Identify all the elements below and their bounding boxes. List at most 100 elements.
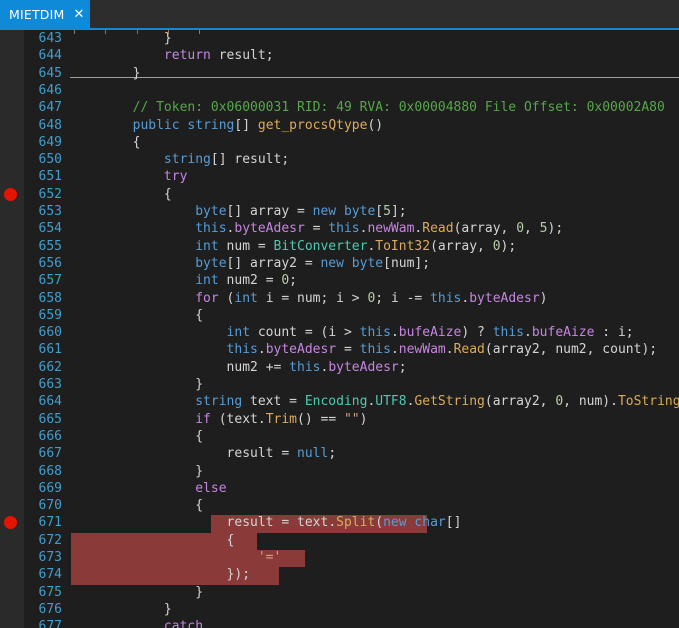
code-line: 663 } [0, 376, 679, 393]
line-number: 658 [0, 290, 62, 307]
code-line: 669 else [0, 480, 679, 497]
line-text: this.byteAdesr = this.newWam.Read(array2… [70, 341, 657, 358]
line-number: 664 [0, 393, 62, 410]
line-text: try [70, 168, 187, 185]
code-line: 644 return result; [0, 47, 679, 64]
code-line: 650 string[] result; [0, 151, 679, 168]
code-line: 671 result = text.Split(new char[] [0, 514, 679, 531]
line-number: 656 [0, 255, 62, 272]
code-line: 648 public string[] get_procsQtype() [0, 117, 679, 134]
line-text: { [70, 428, 203, 445]
line-number: 651 [0, 168, 62, 185]
line-text: } [70, 65, 140, 82]
line-number: 676 [0, 601, 62, 618]
line-text: { [70, 532, 234, 549]
line-number: 677 [0, 618, 62, 628]
line-number: 663 [0, 376, 62, 393]
code-line: 660 int count = (i > this.bufeAize) ? th… [0, 324, 679, 341]
line-text: { [70, 134, 140, 151]
line-text: } [70, 376, 203, 393]
close-icon[interactable]: ✕ [74, 8, 85, 21]
line-number: 655 [0, 238, 62, 255]
code-line: 643 } [0, 30, 679, 47]
line-text: if (text.Trim() == "") [70, 411, 367, 428]
code-line: 674 }); [0, 566, 679, 583]
line-number: 647 [0, 99, 62, 116]
line-text: int num = BitConverter.ToInt32(array, 0)… [70, 238, 516, 255]
code-line: 654 this.byteAdesr = this.newWam.Read(ar… [0, 220, 679, 237]
code-line: 668 } [0, 463, 679, 480]
code-line: 664 string text = Encoding.UTF8.GetStrin… [0, 393, 679, 410]
line-text: } [70, 30, 172, 47]
line-text: // Token: 0x06000031 RID: 49 RVA: 0x0000… [70, 99, 665, 116]
line-number: 659 [0, 307, 62, 324]
code-line: 672 { [0, 532, 679, 549]
editor-tab-label: MIETDIM [9, 7, 65, 22]
line-number: 660 [0, 324, 62, 341]
line-number: 671 [0, 514, 62, 531]
code-line: 677 catch [0, 618, 679, 628]
code-line: 653 byte[] array = new byte[5]; [0, 203, 679, 220]
line-number: 672 [0, 532, 62, 549]
code-line: 651 try [0, 168, 679, 185]
line-text: byte[] array = new byte[5]; [70, 203, 407, 220]
line-text: { [70, 307, 203, 324]
code-line: 655 int num = BitConverter.ToInt32(array… [0, 238, 679, 255]
code-line: 673 '=' [0, 549, 679, 566]
line-number: 645 [0, 65, 62, 82]
line-text: string[] result; [70, 151, 289, 168]
line-number: 646 [0, 82, 62, 99]
code-line: 658 for (int i = num; i > 0; i -= this.b… [0, 290, 679, 307]
code-editor-window: MIETDIM ✕ 643 }644 return result;645 }64… [0, 0, 679, 628]
line-number: 667 [0, 445, 62, 462]
line-text: for (int i = num; i > 0; i -= this.byteA… [70, 290, 548, 307]
code-line: 665 if (text.Trim() == "") [0, 411, 679, 428]
code-line: 676 } [0, 601, 679, 618]
line-text: '=' [70, 549, 281, 566]
line-text: result = text.Split(new char[] [70, 514, 461, 531]
code-line: 647 // Token: 0x06000031 RID: 49 RVA: 0x… [0, 99, 679, 116]
line-number: 669 [0, 480, 62, 497]
line-number: 652 [0, 186, 62, 203]
line-text: catch [70, 618, 203, 628]
code-area[interactable]: 643 }644 return result;645 }646647 // To… [0, 30, 679, 628]
line-number: 665 [0, 411, 62, 428]
code-line: 670 { [0, 497, 679, 514]
code-line: 666 { [0, 428, 679, 445]
code-line: 675 } [0, 584, 679, 601]
code-line: 659 { [0, 307, 679, 324]
editor-tab-mietdim[interactable]: MIETDIM ✕ [0, 0, 90, 28]
line-text: this.byteAdesr = this.newWam.Read(array,… [70, 220, 563, 237]
line-number: 661 [0, 341, 62, 358]
line-number: 654 [0, 220, 62, 237]
line-number: 674 [0, 566, 62, 583]
code-line: 661 this.byteAdesr = this.newWam.Read(ar… [0, 341, 679, 358]
line-number: 675 [0, 584, 62, 601]
line-text: byte[] array2 = new byte[num]; [70, 255, 430, 272]
line-number: 657 [0, 272, 62, 289]
code-line: 649 { [0, 134, 679, 151]
line-number: 653 [0, 203, 62, 220]
editor-tab-bar: MIETDIM ✕ [0, 0, 679, 28]
line-text: public string[] get_procsQtype() [70, 117, 383, 134]
line-number: 650 [0, 151, 62, 168]
line-number: 644 [0, 47, 62, 64]
line-text: } [70, 584, 203, 601]
line-number: 668 [0, 463, 62, 480]
line-number: 673 [0, 549, 62, 566]
code-line: 656 byte[] array2 = new byte[num]; [0, 255, 679, 272]
line-text: int count = (i > this.bufeAize) ? this.b… [70, 324, 634, 341]
line-text: string text = Encoding.UTF8.GetString(ar… [70, 393, 679, 410]
code-line: 646 [0, 82, 679, 99]
line-text: { [70, 497, 203, 514]
code-line: 657 int num2 = 0; [0, 272, 679, 289]
code-line: 662 num2 += this.byteAdesr; [0, 359, 679, 376]
line-number: 649 [0, 134, 62, 151]
line-text: } [70, 463, 203, 480]
line-number: 662 [0, 359, 62, 376]
code-line: 667 result = null; [0, 445, 679, 462]
line-number: 648 [0, 117, 62, 134]
line-number: 670 [0, 497, 62, 514]
code-line: 652 { [0, 186, 679, 203]
line-text: return result; [70, 47, 274, 64]
